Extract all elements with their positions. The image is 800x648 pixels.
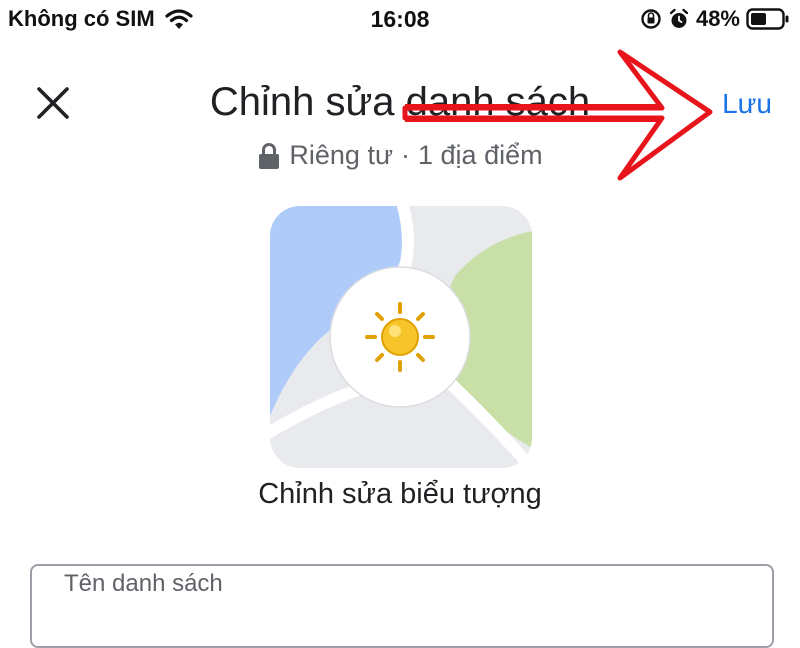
status-icons: 48% <box>640 6 790 32</box>
place-count: 1 địa điểm <box>418 140 543 170</box>
battery-icon <box>746 8 789 30</box>
save-button[interactable]: Lưu <box>722 88 772 120</box>
list-name-label: Tên danh sách <box>58 570 229 598</box>
alarm-icon <box>669 8 689 28</box>
list-meta: Riêng tư · 1 địa điểm <box>0 140 800 171</box>
lock-icon <box>259 142 280 169</box>
meta-separator: · <box>401 140 411 170</box>
privacy-label: Riêng tư <box>289 140 394 170</box>
wifi-icon <box>165 9 193 29</box>
page-title: Chỉnh sửa danh sách <box>209 80 591 124</box>
status-bar: Không có SIM 16:08 48% <box>0 0 800 44</box>
map-thumbnail <box>270 206 532 468</box>
orientation-lock-icon <box>641 9 661 29</box>
carrier-label: Không có SIM <box>8 6 155 31</box>
list-icon-tile[interactable] <box>270 206 532 468</box>
sun-icon <box>365 302 435 372</box>
battery-percent: 48% <box>695 6 740 31</box>
carrier-group: Không có SIM <box>8 6 193 32</box>
edit-icon-button[interactable]: Chỉnh sửa biểu tượng <box>0 478 800 511</box>
